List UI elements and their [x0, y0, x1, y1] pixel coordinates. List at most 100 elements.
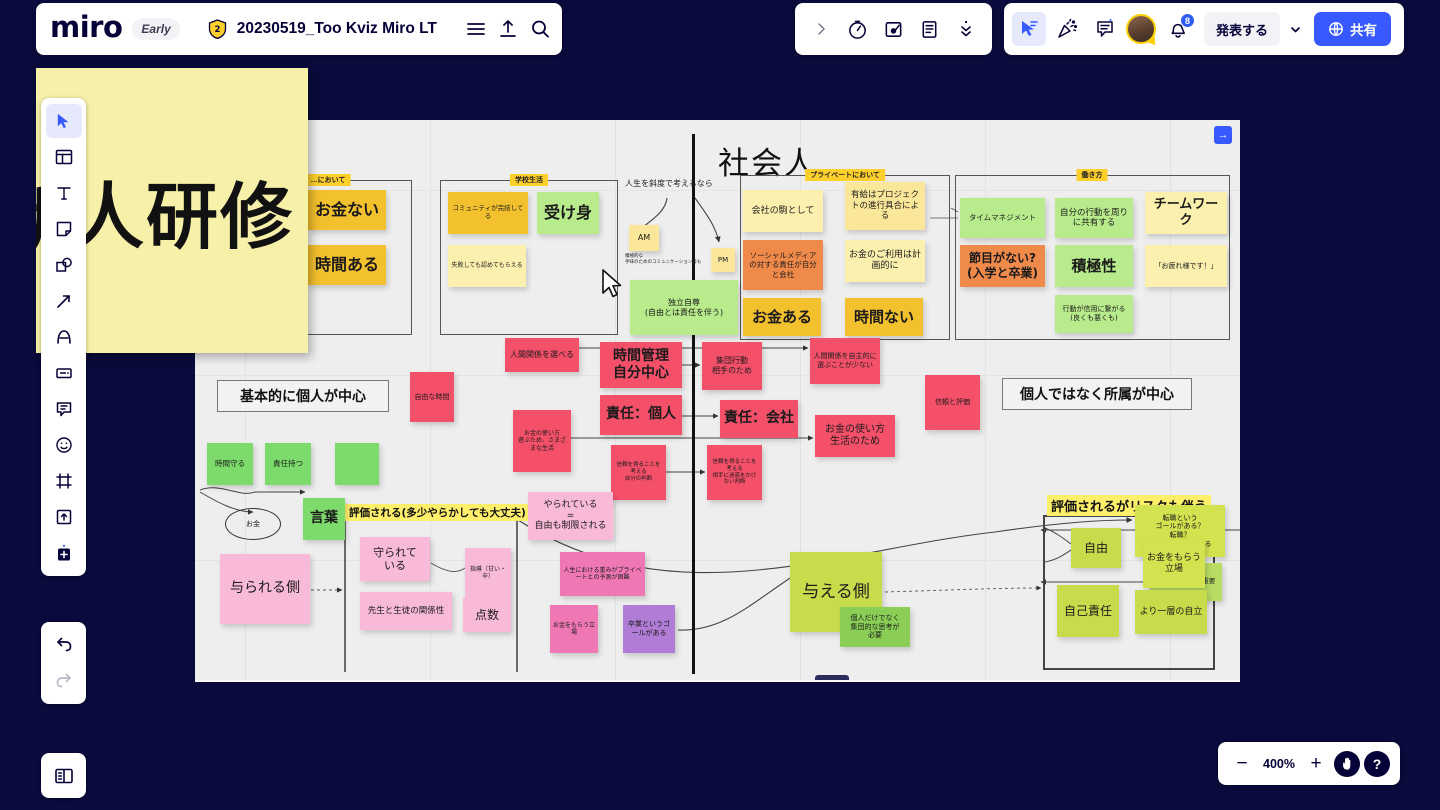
note-sekinin-kaisha[interactable]: 責任：会社: [720, 400, 798, 438]
note-fushime[interactable]: 節目がない? (入学と卒業): [960, 245, 1045, 287]
note-okane-seikatsu[interactable]: お金の使い方 生活のため: [815, 415, 895, 457]
note-sekkyokusei[interactable]: 積極性: [1055, 245, 1133, 287]
note-okane-riyou[interactable]: お金のご利用は計画的に: [845, 240, 925, 282]
note-kaisha-koma[interactable]: 会社の駒として: [743, 190, 823, 232]
note-kotoba[interactable]: 言葉: [303, 498, 345, 540]
box-shozoku-chushin[interactable]: 個人ではなく所属が中心: [1002, 378, 1192, 410]
notifications-button[interactable]: 8: [1160, 12, 1195, 46]
voting-icon[interactable]: [876, 12, 910, 46]
note-yukyu[interactable]: 有給はプロジェクトの進行具合による: [845, 182, 925, 230]
reaction-tool[interactable]: [46, 428, 82, 462]
left-toolbar: [41, 98, 86, 576]
topbar-left-cluster: miro Early 2 20230519_Too Kviz Miro LT: [36, 3, 562, 55]
miro-logo[interactable]: miro: [50, 13, 123, 45]
note-sekinin-kojin[interactable]: 責任：個人: [600, 395, 682, 435]
chat-tool[interactable]: [46, 392, 82, 426]
menu-icon[interactable]: [465, 15, 487, 43]
plan-badge[interactable]: Early: [132, 18, 180, 40]
note-time-management[interactable]: タイムマネジメント: [960, 198, 1045, 238]
note-yori-ichisou[interactable]: より一層の自立: [1135, 590, 1207, 634]
upload-icon[interactable]: [497, 15, 519, 43]
help-button[interactable]: ?: [1364, 750, 1390, 777]
note-ukemi[interactable]: 受け身: [537, 192, 599, 234]
upload-tool[interactable]: [46, 500, 82, 534]
note-shidou[interactable]: 指導（甘い・辛）: [465, 548, 511, 598]
chevron-right-icon[interactable]: [804, 12, 838, 46]
note-small-left[interactable]: 信頼を得ることを考える 自分の判断: [611, 445, 666, 500]
zoom-in-button[interactable]: +: [1302, 750, 1330, 778]
note-ataerareru[interactable]: 与られる側: [220, 554, 310, 624]
connector-tool[interactable]: [46, 284, 82, 318]
sticky-note-tool[interactable]: [46, 212, 82, 246]
note-kojin-dakedenaku[interactable]: 個人だけでなく 集団的な思考が 必要: [840, 607, 910, 647]
note-jikan-mamoru[interactable]: 時間守る: [207, 443, 253, 485]
open-panel-button[interactable]: [41, 753, 86, 798]
note-jiyuu[interactable]: 自由: [1071, 528, 1121, 568]
note-pm[interactable]: PM: [711, 248, 735, 272]
notes-icon[interactable]: [913, 12, 947, 46]
note-otsukare[interactable]: 「お疲れ様です！」: [1145, 245, 1227, 287]
frame-school-life-tag: 学校生活: [510, 174, 548, 186]
present-dropdown-icon[interactable]: [1284, 12, 1306, 46]
comment-icon[interactable]: [1088, 12, 1122, 46]
undo-button[interactable]: [46, 628, 82, 662]
note-okane-aru[interactable]: お金ある: [743, 298, 821, 336]
note-shudan-koudou[interactable]: 集団行動 相手のため: [702, 342, 762, 390]
note-jibun-koudou[interactable]: 自分の行動を周りに共有する: [1055, 198, 1133, 238]
note-jikan-nai[interactable]: 時間ない: [845, 298, 923, 336]
note-jiyuu-jikan[interactable]: 自由な時間: [410, 372, 454, 422]
shapes-tool[interactable]: [46, 248, 82, 282]
note-okane-morau[interactable]: お金をもらう 立場: [1143, 540, 1205, 588]
select-tool[interactable]: [45, 104, 82, 138]
text-tool[interactable]: [46, 176, 82, 210]
note-tensuu[interactable]: 点数: [463, 598, 511, 632]
more-apps-tool[interactable]: [46, 536, 82, 570]
board-title[interactable]: 20230519_Too Kviz Miro LT: [237, 20, 437, 38]
note-okane-morau-tachiba[interactable]: お金をもらう立場: [550, 605, 598, 653]
note-ningen-eraberu[interactable]: 人間関係を選べる: [505, 338, 579, 372]
note-shinrai-hyouka[interactable]: 信頼と評価: [925, 375, 980, 430]
note-sekinin-motsu[interactable]: 責任持つ: [265, 443, 311, 485]
note-koudou-shinyo[interactable]: 行動が信用に繋がる (良くも悪くも): [1055, 295, 1133, 333]
note-hito-ni-okeru[interactable]: 人生における重みがプライベートとの予測が困難: [560, 552, 645, 596]
present-button[interactable]: 発表する: [1204, 12, 1281, 46]
note-jikan-aru[interactable]: 時間ある: [308, 245, 386, 285]
zoom-level[interactable]: 400%: [1260, 757, 1298, 771]
note-am[interactable]: AM: [629, 225, 659, 251]
note-shippai[interactable]: 失敗しても認めてもらえる: [448, 245, 526, 287]
note-okane-tsukaikata1[interactable]: お金の使い方 遊ぶため、さまざまな生活: [513, 410, 571, 472]
celebrate-icon[interactable]: [1050, 12, 1084, 46]
label-hyouka-left: 評価される(多少やらかしても大丈夫): [345, 504, 530, 521]
note-yararete-iru[interactable]: やられている = 自由も制限される: [528, 492, 613, 540]
note-social-media[interactable]: ソーシャルメディアの対する責任が自分と会社: [743, 240, 823, 290]
note-jikan-kanri[interactable]: 時間管理 自分中心: [600, 342, 682, 388]
shield-icon[interactable]: 2: [208, 19, 227, 39]
note-dokuritsu[interactable]: 独立自尊 (自由とは責任を伴う): [630, 280, 738, 335]
note-small-right[interactable]: 信頼を得ることを考える 相手に迷惑をかけない判断: [707, 445, 762, 500]
share-button[interactable]: 共有: [1314, 12, 1392, 46]
note-green-blank[interactable]: [335, 443, 379, 485]
board-canvas[interactable]: 社会人 → …において 学校生活 プライベートにおいて 働き方 評価される(多少…: [195, 120, 1240, 682]
more-tools-icon[interactable]: [949, 12, 983, 46]
note-okane-nai[interactable]: お金ない: [308, 190, 386, 230]
zoom-out-button[interactable]: −: [1228, 750, 1256, 778]
cursor-share-icon[interactable]: [1012, 12, 1046, 46]
note-ningen-jishuteki[interactable]: 人間関係を自主的に選ぶことが少ない: [810, 338, 880, 384]
timer-icon[interactable]: [840, 12, 874, 46]
user-avatar[interactable]: [1126, 14, 1156, 44]
fit-to-screen-icon[interactable]: →: [1214, 126, 1232, 144]
note-jiko-sekinin[interactable]: 自己責任: [1057, 585, 1119, 637]
hand-tool-button[interactable]: [1334, 750, 1360, 777]
templates-tool[interactable]: [46, 140, 82, 174]
frame-tool[interactable]: [46, 464, 82, 498]
note-teamwork[interactable]: チームワーク: [1145, 192, 1227, 234]
comment-tool[interactable]: [46, 356, 82, 390]
box-kojin-chushin[interactable]: 基本的に個人が中心: [217, 380, 389, 412]
search-icon[interactable]: [529, 15, 551, 43]
redo-button[interactable]: [46, 664, 82, 698]
note-sotsugyou-goal[interactable]: 卒業というゴールがある: [623, 605, 675, 653]
note-mamorareteiru[interactable]: 守られて いる: [360, 537, 430, 581]
note-sensei-seito[interactable]: 先生と生徒の関係性: [360, 592, 452, 630]
pen-tool[interactable]: [46, 320, 82, 354]
note-community[interactable]: コミュニティが完結してる: [448, 192, 528, 234]
